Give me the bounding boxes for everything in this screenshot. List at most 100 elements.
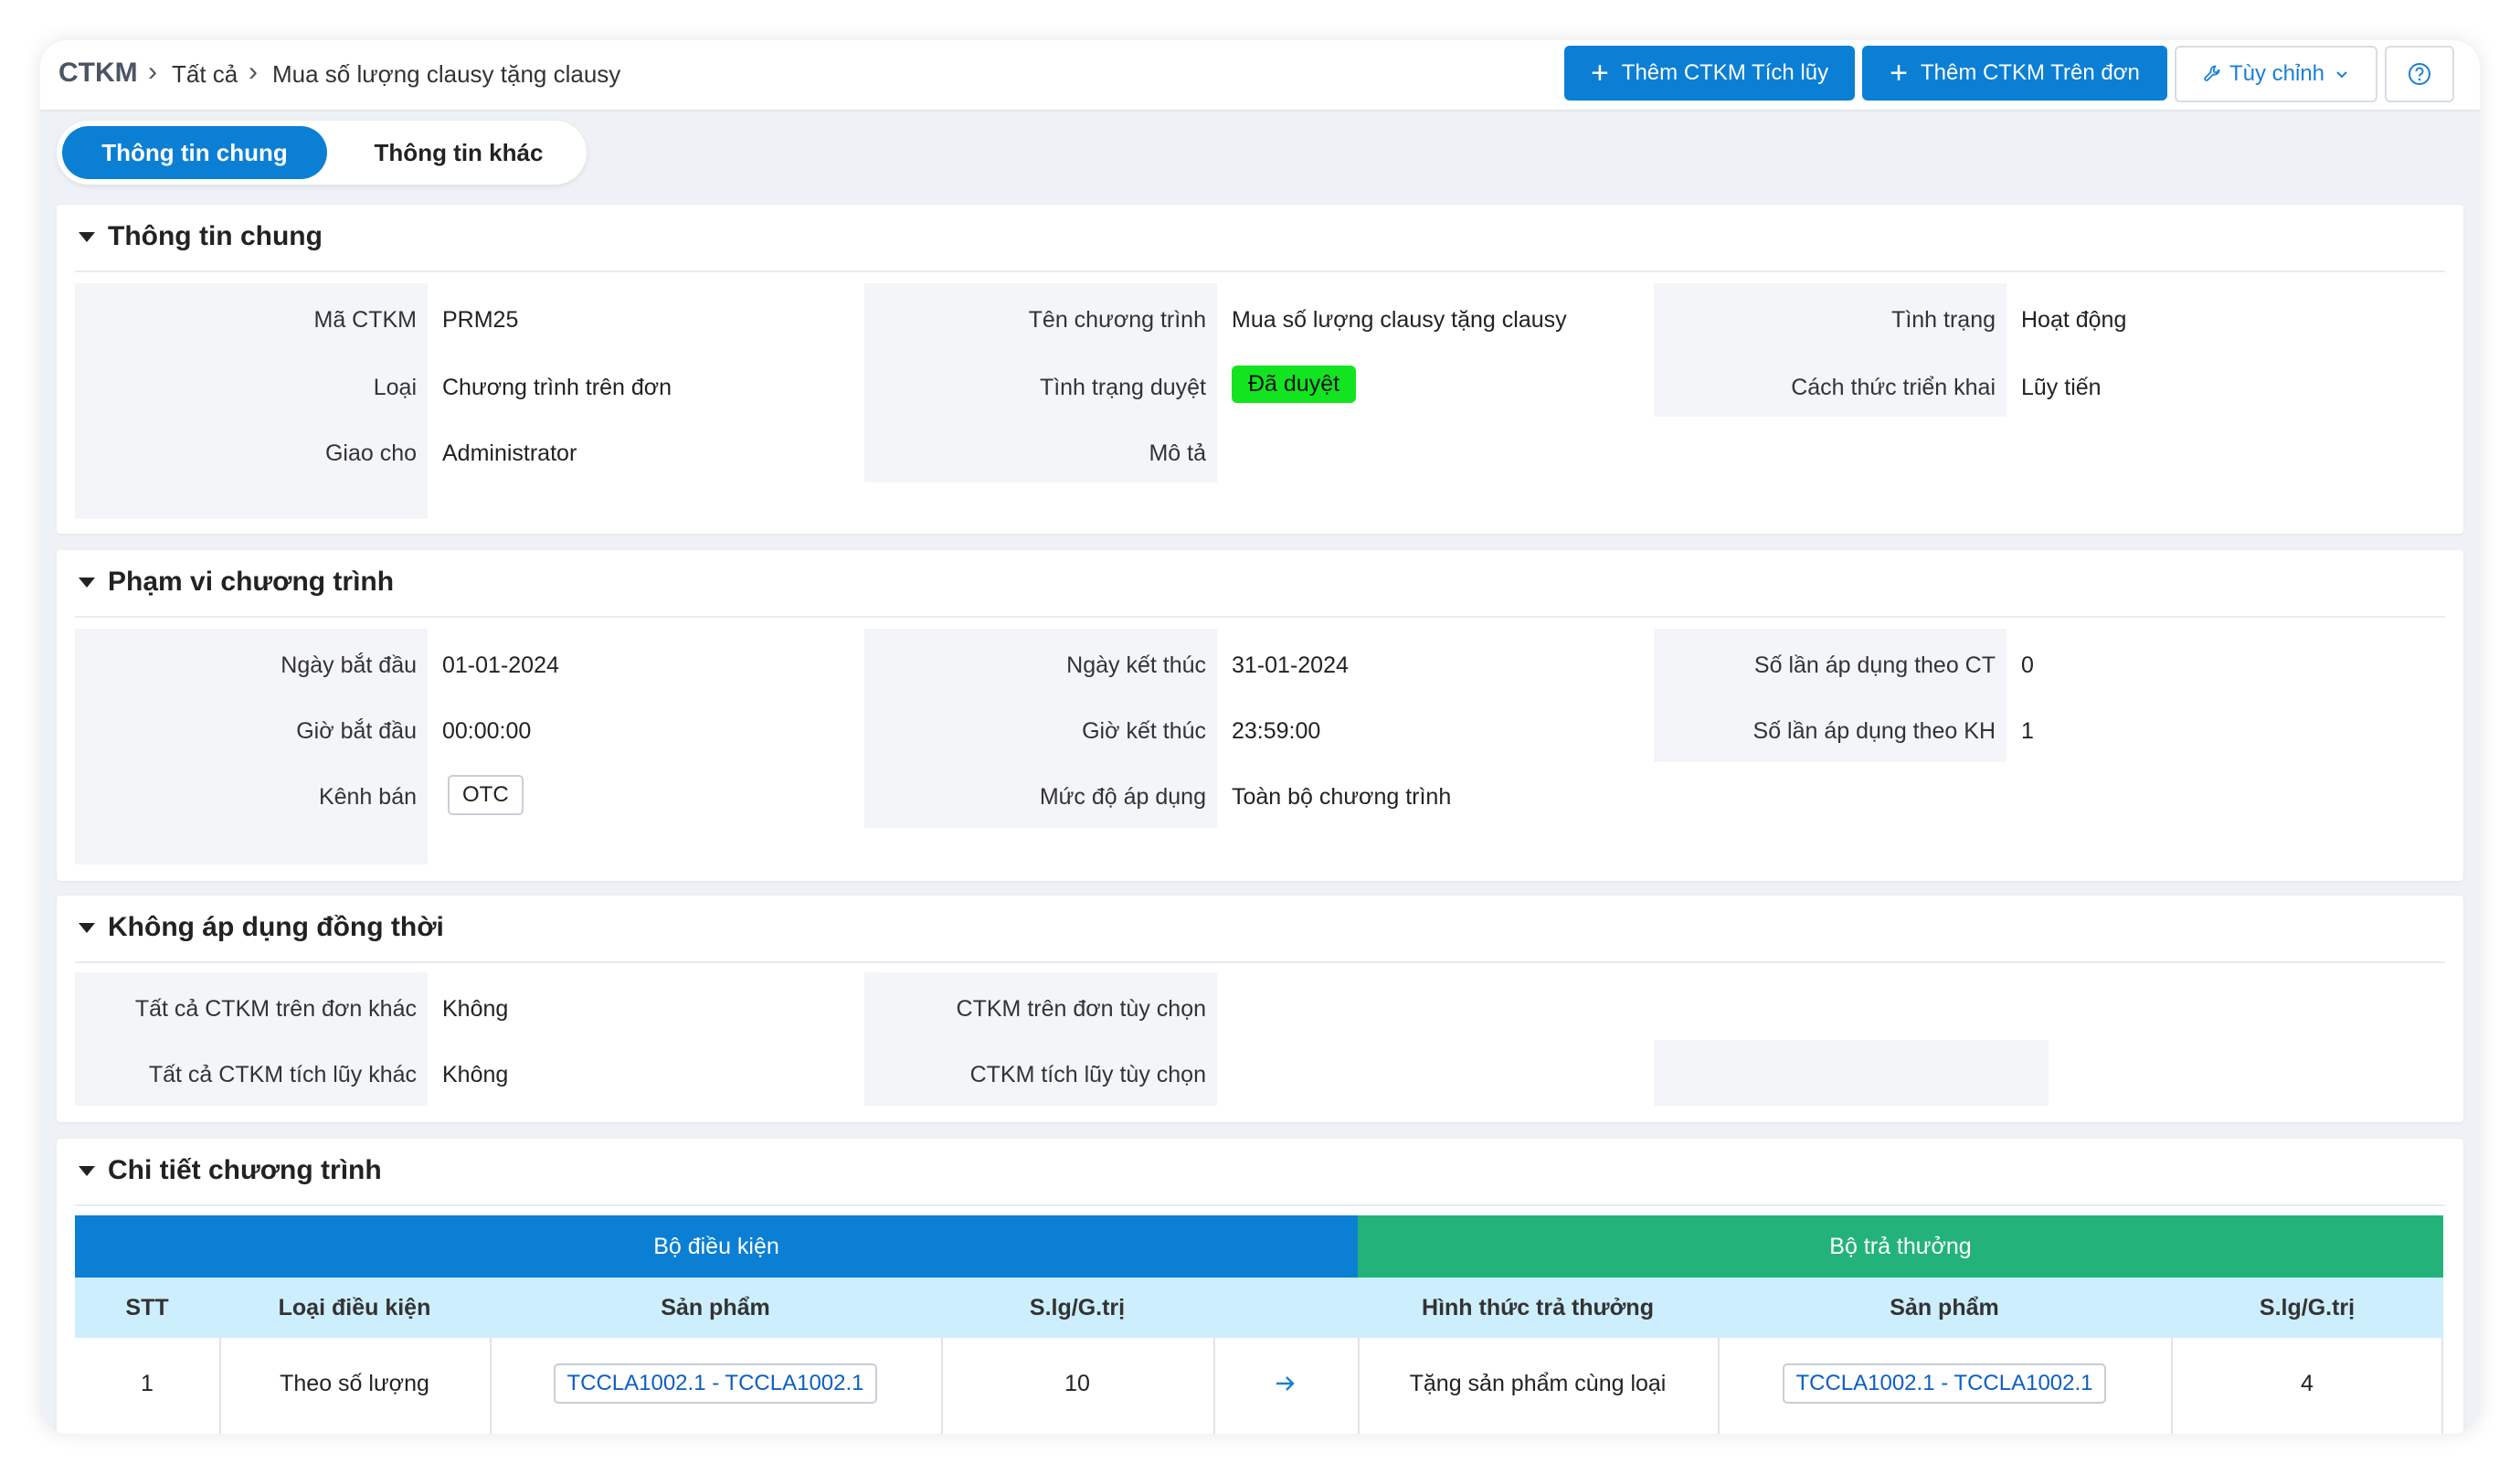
scope-header[interactable]: Phạm vi chương trình xyxy=(79,567,394,598)
condition-group-header: Bộ điều kiện xyxy=(75,1215,1358,1278)
start-date-value: 01-01-2024 xyxy=(442,652,559,678)
collapse-triangle-icon xyxy=(79,231,95,242)
collapse-triangle-icon xyxy=(79,922,95,933)
end-time-value: 23:59:00 xyxy=(1232,718,1321,744)
chevron-down-icon xyxy=(2336,71,2347,79)
promo-type-value: Chương trình trên đơn xyxy=(442,375,672,400)
field-label: Giờ bắt đầu xyxy=(296,718,417,744)
field-label: Mô tả xyxy=(1149,440,1206,466)
chevron-right-icon: › xyxy=(249,57,258,87)
general-info-title: Thông tin chung xyxy=(108,221,323,251)
field-label: Loại xyxy=(373,375,417,400)
row-reward-product-cell: TCCLA1002.1 - TCCLA1002.1 xyxy=(1718,1338,2171,1429)
help-button[interactable] xyxy=(2385,46,2454,102)
collapse-triangle-icon xyxy=(79,1165,95,1176)
detail-card: Chi tiết chương trình Bộ điều kiện Bộ tr… xyxy=(57,1139,2463,1434)
general-info-header[interactable]: Thông tin chung xyxy=(79,221,323,252)
field-label: Ngày kết thúc xyxy=(1066,652,1206,678)
sales-channel-chip: OTC xyxy=(448,775,524,815)
all-order-value: Không xyxy=(442,996,509,1022)
all-accumulate-value: Không xyxy=(442,1062,509,1087)
exclusive-title: Không áp dụng đồng thời xyxy=(108,912,444,942)
column-header-reward-quantity: S.lg/G.trị xyxy=(2259,1294,2356,1320)
assignee-value: Administrator xyxy=(442,440,577,466)
plus-icon: + xyxy=(1590,56,1609,90)
tab-general[interactable]: Thông tin chung xyxy=(62,126,327,179)
divider xyxy=(75,616,2445,618)
row-stt: 1 xyxy=(141,1370,154,1396)
column-header-row: STT Loại điều kiện Sản phẩm S.lg/G.trị H… xyxy=(75,1278,2443,1338)
exclusive-header[interactable]: Không áp dụng đồng thời xyxy=(79,912,444,943)
row-quantity: 10 xyxy=(1064,1370,1090,1396)
divider xyxy=(75,1204,2445,1206)
row-reward-type: Tặng sản phẩm cùng loại xyxy=(1409,1370,1667,1396)
field-label: Ngày bắt đầu xyxy=(281,652,417,678)
times-per-customer-value: 1 xyxy=(2021,718,2034,744)
breadcrumb-current: Mua số lượng clausy tặng clausy xyxy=(272,60,621,88)
scope-title: Phạm vi chương trình xyxy=(108,567,395,597)
field-label: Cách thức triển khai xyxy=(1791,375,1996,400)
field-label: Kênh bán xyxy=(318,784,417,810)
app-window: CTKM › Tất cả › Mua số lượng clausy tặng… xyxy=(40,40,2480,1434)
empty-field-box xyxy=(1654,1040,2049,1106)
field-label: Tất cả CTKM tích lũy khác xyxy=(148,1062,417,1087)
detail-title: Chi tiết chương trình xyxy=(108,1155,382,1185)
tab-bar: Thông tin chung Thông tin khác xyxy=(57,121,587,185)
field-label: Tên chương trình xyxy=(1028,307,1206,333)
add-accumulate-promo-button[interactable]: + Thêm CTKM Tích lũy xyxy=(1564,46,1855,101)
field-label: Mức độ áp dụng xyxy=(1039,784,1206,810)
arrow-right-icon xyxy=(1213,1338,1358,1429)
field-label: CTKM trên đơn tùy chọn xyxy=(956,996,1206,1022)
scope-card: Phạm vi chương trình Ngày bắt đầu 01-01-… xyxy=(57,550,2463,881)
promo-code-value: PRM25 xyxy=(442,307,519,333)
field-label: Giờ kết thúc xyxy=(1082,718,1206,744)
field-label: CTKM tích lũy tùy chọn xyxy=(969,1062,1206,1087)
field-label: Giao cho xyxy=(324,440,417,466)
apply-level-value: Toàn bộ chương trình xyxy=(1232,784,1452,810)
add-accumulate-label: Thêm CTKM Tích lũy xyxy=(1621,60,1829,85)
column-header-stt: STT xyxy=(125,1294,169,1320)
add-order-label: Thêm CTKM Trên đơn xyxy=(1921,60,2140,85)
breadcrumb-root[interactable]: CTKM xyxy=(58,58,138,89)
plus-icon: + xyxy=(1890,56,1909,90)
column-header-condition-type: Loại điều kiện xyxy=(278,1294,431,1320)
tab-other[interactable]: Thông tin khác xyxy=(340,126,577,179)
customize-button[interactable]: Tùy chỉnh xyxy=(2175,46,2377,102)
field-label: Tình trạng duyệt xyxy=(1039,375,1206,400)
collapse-triangle-icon xyxy=(79,577,95,588)
status-value: Hoạt động xyxy=(2021,307,2127,333)
customize-label: Tùy chỉnh xyxy=(2229,61,2325,86)
add-order-promo-button[interactable]: + Thêm CTKM Trên đơn xyxy=(1862,46,2167,101)
help-icon xyxy=(2409,63,2430,85)
reward-product-link[interactable]: TCCLA1002.1 - TCCLA1002.1 xyxy=(1783,1363,2106,1404)
general-info-card: Thông tin chung Mã CTKM PRM25 Loại Chươn… xyxy=(57,205,2463,534)
wrench-icon xyxy=(2204,65,2220,81)
reward-group-header: Bộ trả thưởng xyxy=(1358,1215,2443,1278)
program-name-value: Mua số lượng clausy tặng clausy xyxy=(1232,307,1567,333)
field-label: Số lần áp dụng theo CT xyxy=(1753,652,1996,678)
exclusive-card: Không áp dụng đồng thời Tất cả CTKM trên… xyxy=(57,896,2463,1122)
breadcrumb-all[interactable]: Tất cả xyxy=(172,60,238,89)
column-header-quantity: S.lg/G.trị xyxy=(1029,1294,1126,1320)
field-label: Mã CTKM xyxy=(313,307,418,333)
times-per-program-value: 0 xyxy=(2021,652,2034,678)
deployment-method-value: Lũy tiến xyxy=(2021,375,2102,400)
row-condition-type: Theo số lượng xyxy=(280,1370,429,1396)
column-header-reward-type: Hình thức trả thưởng xyxy=(1422,1294,1654,1320)
divider xyxy=(75,270,2445,272)
column-header-reward-product: Sản phẩm xyxy=(1890,1294,1999,1320)
product-link[interactable]: TCCLA1002.1 - TCCLA1002.1 xyxy=(554,1363,877,1404)
top-bar: CTKM › Tất cả › Mua số lượng clausy tặng… xyxy=(40,40,2480,111)
chevron-right-icon: › xyxy=(148,57,157,87)
end-date-value: 31-01-2024 xyxy=(1232,652,1349,678)
approval-status-badge: Đã duyệt xyxy=(1232,366,1357,403)
detail-header[interactable]: Chi tiết chương trình xyxy=(79,1155,382,1186)
detail-table: Bộ điều kiện Bộ trả thưởng STT Loại điều… xyxy=(75,1215,2443,1434)
field-label: Số lần áp dụng theo KH xyxy=(1752,718,1996,744)
table-row: 1 Theo số lượng TCCLA1002.1 - TCCLA1002.… xyxy=(75,1338,2443,1434)
field-label: Tình trạng xyxy=(1891,307,1996,333)
column-header-product: Sản phẩm xyxy=(661,1294,770,1320)
field-label: Tất cả CTKM trên đơn khác xyxy=(134,996,417,1022)
divider xyxy=(75,961,2445,963)
row-product-cell: TCCLA1002.1 - TCCLA1002.1 xyxy=(490,1338,941,1429)
